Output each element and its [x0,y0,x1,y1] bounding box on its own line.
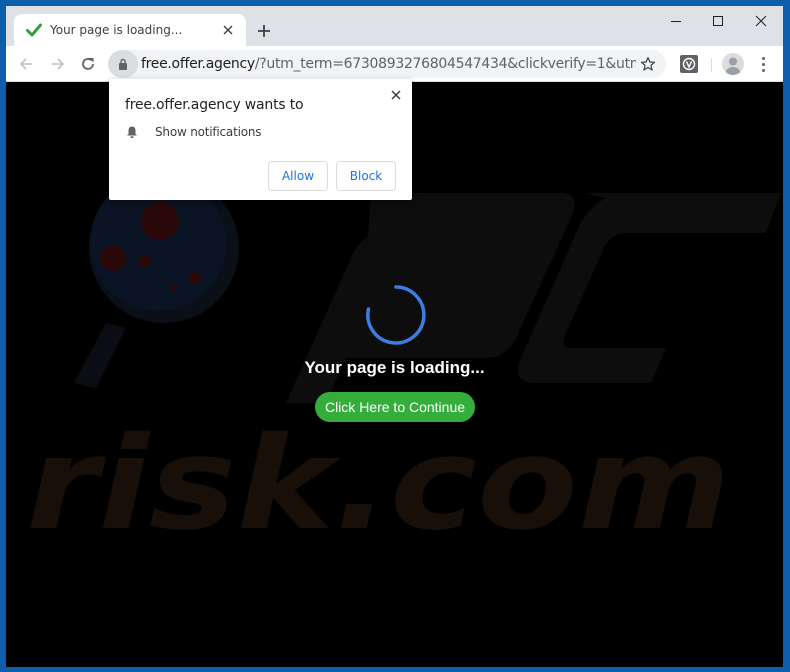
extension-v-icon [682,57,696,71]
bell-icon [127,126,137,138]
lock-icon [119,58,127,70]
avatar-icon [726,57,740,75]
close-icon [223,25,233,35]
loading-spinner [366,285,426,345]
watermark-text: risk.com [26,410,731,559]
reload-icon [82,58,94,70]
block-button[interactable]: Block [336,161,396,191]
forward-button[interactable] [46,52,70,76]
tab-close-button[interactable] [220,22,236,38]
check-icon [26,22,42,38]
address-bar[interactable]: free.offer.agency/?utm_term=673089327680… [108,50,666,78]
loading-heading: Your page is loading... [304,358,485,377]
close-icon [391,90,401,100]
browser-window: Your page is loading... free.offer.agenc… [6,6,783,667]
minimize-button[interactable] [656,6,696,36]
toolbar: free.offer.agency/?utm_term=673089327680… [6,46,783,82]
popup-close-button[interactable] [388,87,404,103]
arrow-left-icon [19,58,32,70]
menu-button[interactable] [755,54,771,74]
permission-label: Show notifications [155,125,262,139]
url-host: free.offer.agency [141,56,255,72]
url-path: /?utm_term=6730893276804547434&clickveri… [254,56,636,72]
minimize-icon [671,21,681,22]
reload-button[interactable] [76,52,100,76]
maximize-icon [713,16,723,26]
title-bar: Your page is loading... [6,6,783,46]
new-tab-button[interactable] [252,19,276,43]
close-window-button[interactable] [741,6,781,36]
popup-title: free.offer.agency wants to [125,97,304,113]
toolbar-separator [711,58,712,72]
continue-button[interactable]: Click Here to Continue [315,392,475,422]
more-vert-icon [761,56,765,60]
star-icon [640,57,656,71]
notification-permission-popup: free.offer.agency wants to Show notifica… [109,79,412,200]
bookmark-button[interactable] [636,52,660,76]
allow-button[interactable]: Allow [268,161,328,191]
extension-button[interactable] [680,55,698,73]
maximize-button[interactable] [698,6,738,36]
tab-title: Your page is loading... [50,23,183,37]
back-button[interactable] [14,52,38,76]
site-info-button[interactable] [108,50,138,78]
plus-icon [258,25,270,37]
permission-row: Show notifications [125,125,262,139]
arrow-right-icon [52,58,65,70]
close-icon [755,15,767,27]
tab-active[interactable]: Your page is loading... [14,14,246,46]
url-text[interactable]: free.offer.agency/?utm_term=673089327680… [141,56,636,72]
profile-button[interactable] [722,53,744,75]
